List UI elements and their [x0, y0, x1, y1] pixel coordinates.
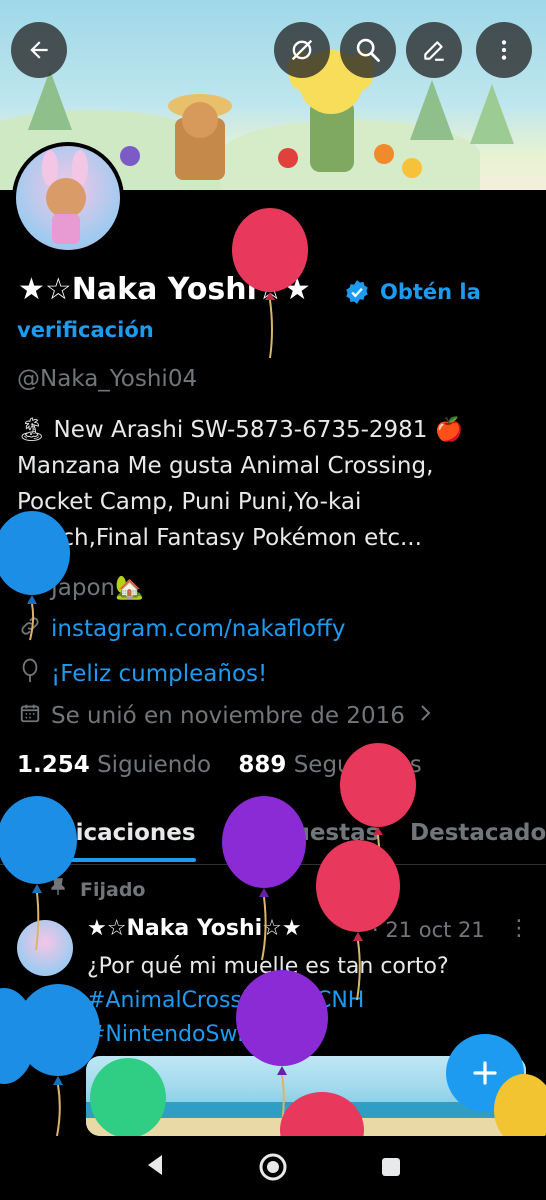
- pencil-icon: [424, 41, 444, 61]
- profile-stats: 1.254 Siguiendo 889 Seguidores: [17, 752, 422, 778]
- tweet-avatar[interactable]: [17, 920, 73, 976]
- search-button[interactable]: [340, 22, 396, 78]
- profile-joined[interactable]: Se unió en noviembre de 2016: [17, 702, 433, 730]
- pinned-label: Fijado: [50, 878, 145, 901]
- search-icon: [356, 38, 380, 62]
- arrow-left-icon: [30, 41, 48, 59]
- profile-handle: @Naka_Yoshi04: [17, 366, 198, 392]
- tweet-body: ¿Por qué mi muelle es tan corto?: [87, 954, 449, 979]
- more-button[interactable]: [476, 22, 532, 78]
- nav-home-icon[interactable]: [258, 1152, 288, 1182]
- avatar-character: [42, 150, 88, 244]
- compose-button[interactable]: [446, 1034, 524, 1112]
- bio-line: Watch,Final Fantasy Pokémon etc...: [17, 525, 422, 551]
- more-vertical-icon: [501, 40, 507, 60]
- profile-bio: 🏝 New Arashi SW-5873-6735-2981 🍎 Manzana…: [17, 412, 527, 556]
- eye-slash-icon: [291, 39, 313, 61]
- following-count: 1.254: [17, 752, 90, 778]
- bio-line: Manzana Me gusta Animal Crossing,: [17, 453, 434, 479]
- edit-button[interactable]: [406, 22, 462, 78]
- profile-website: instagram.com/nakafloffy: [17, 615, 346, 643]
- get-verified-link[interactable]: Obtén la: [380, 280, 481, 304]
- profile-birthday: ¡Feliz cumpleaños!: [17, 658, 267, 690]
- calendar-icon: [17, 702, 43, 730]
- avatar[interactable]: [12, 142, 124, 254]
- tweet-hashtags[interactable]: #NintendoSwitch: [87, 1018, 517, 1052]
- tweet-text: ¿Por qué mi muelle es tan corto? #Animal…: [87, 950, 517, 1052]
- profile-name: ★☆Naka Yoshi☆★: [18, 272, 311, 307]
- balloon-blue: [0, 988, 36, 1084]
- tweet-author[interactable]: ★☆Naka Yoshi☆★: [87, 916, 302, 941]
- joined-text: Se unió en noviembre de 2016: [51, 703, 405, 729]
- bio-line: 🏝 New Arashi SW-5873-6735-2981 🍎: [17, 417, 464, 443]
- website-link[interactable]: instagram.com/nakafloffy: [51, 616, 346, 642]
- plus-icon: [473, 1061, 497, 1085]
- followers-count: 889: [238, 752, 287, 778]
- followers-label: Seguidores: [293, 752, 422, 778]
- tweet-more-icon[interactable]: ⋮: [508, 916, 530, 941]
- back-button[interactable]: [11, 22, 67, 78]
- link-icon: [17, 615, 43, 643]
- active-tab-indicator: [18, 858, 196, 862]
- profile-location: Japon🏡: [17, 572, 144, 602]
- hide-button[interactable]: [274, 22, 330, 78]
- balloon-icon: [17, 658, 43, 690]
- verified-badge-icon[interactable]: [344, 279, 370, 305]
- system-nav-bar: [0, 1136, 546, 1200]
- get-verified-link-2[interactable]: verificación: [17, 318, 154, 342]
- bio-line: Pocket Camp, Puni Puni,Yo-kai: [17, 489, 362, 515]
- chevron-right-icon: [419, 703, 433, 729]
- pin-icon: [50, 878, 66, 901]
- birthday-text[interactable]: ¡Feliz cumpleaños!: [51, 661, 267, 687]
- nav-recents-icon[interactable]: [380, 1156, 402, 1178]
- following-stat[interactable]: 1.254 Siguiendo: [17, 752, 211, 778]
- location-text: Japon🏡: [51, 574, 144, 601]
- tab-highlights[interactable]: Destacados: [410, 820, 546, 846]
- nav-back-icon[interactable]: [144, 1152, 166, 1178]
- pinned-text: Fijado: [80, 878, 146, 901]
- tab-posts[interactable]: Publicaciones: [18, 820, 196, 846]
- followers-stat[interactable]: 889 Seguidores: [238, 752, 421, 778]
- tab-replies[interactable]: Respuestas: [230, 820, 379, 846]
- tweet-date[interactable]: · 21 oct 21: [372, 918, 485, 942]
- tweet-hashtags[interactable]: #AnimalCrossing #ACNH: [87, 984, 517, 1018]
- following-label: Siguiendo: [97, 752, 212, 778]
- location-pin-icon: [17, 572, 43, 602]
